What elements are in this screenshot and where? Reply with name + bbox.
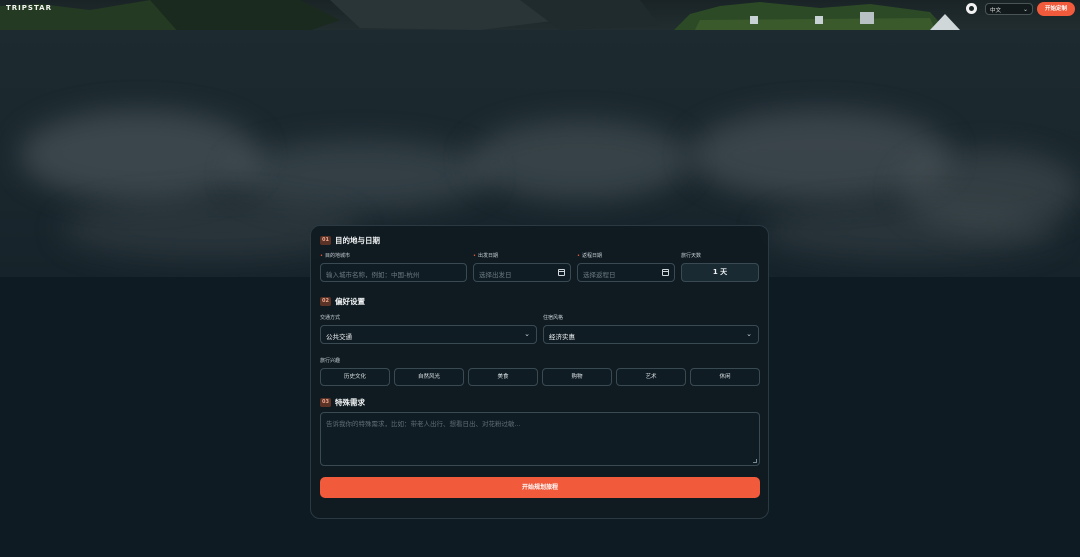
transport-label: 交通方式: [320, 315, 341, 321]
start-planning-button[interactable]: 开始规划旅程: [320, 477, 760, 498]
city-input[interactable]: 输入城市名称，例如：中国-杭州: [320, 263, 467, 282]
section-destination-title: 01 目的地与日期: [320, 234, 380, 246]
resize-handle-icon[interactable]: [753, 459, 757, 463]
background-fog: [470, 120, 690, 200]
section-title: 特殊需求: [335, 397, 365, 407]
section-number: 03: [320, 397, 331, 407]
required-marker: •: [320, 253, 323, 259]
return-date-label: • 返程日期: [577, 253, 602, 259]
return-date-input[interactable]: 选择返程日: [577, 263, 675, 282]
github-icon[interactable]: [966, 3, 977, 14]
transport-select[interactable]: 公共交通 ⌄: [320, 325, 537, 344]
required-marker: •: [473, 253, 476, 259]
lodging-select[interactable]: 经济实惠 ⌄: [543, 325, 759, 344]
city-label: • 目的地城市: [320, 253, 350, 259]
chevron-down-icon: ⌄: [524, 330, 530, 338]
calendar-icon[interactable]: [558, 269, 565, 276]
section-special-title: 03 特殊需求: [320, 396, 365, 408]
interest-chip-history[interactable]: 历史文化: [320, 368, 390, 386]
chevron-down-icon: ⌄: [746, 330, 752, 338]
brand-logo[interactable]: TRIPSTAR: [6, 4, 52, 12]
calendar-icon[interactable]: [662, 269, 669, 276]
interest-chip-nature[interactable]: 自然风光: [394, 368, 464, 386]
depart-date-label: • 出发日期: [473, 253, 498, 259]
section-preferences-title: 02 偏好设置: [320, 295, 365, 307]
interest-chip-shopping[interactable]: 购物: [542, 368, 612, 386]
interest-chip-food[interactable]: 美食: [468, 368, 538, 386]
section-title: 偏好设置: [335, 296, 365, 306]
depart-date-input[interactable]: 选择出发日: [473, 263, 571, 282]
language-value: 中文: [990, 8, 1002, 14]
interest-chip-art[interactable]: 艺术: [616, 368, 686, 386]
travel-days-value: 1 天: [681, 263, 759, 282]
lodging-label: 住宿风格: [543, 315, 564, 321]
special-requests-textarea[interactable]: 告诉我你的特殊需求，比如：带老人出行、想看日出、对花粉过敏...: [320, 412, 760, 466]
start-custom-button[interactable]: 开始定制: [1037, 2, 1075, 16]
interest-chip-leisure[interactable]: 休闲: [690, 368, 760, 386]
travel-days-label: 旅行天数: [681, 253, 702, 259]
background-fog: [230, 140, 490, 210]
interests-label: 旅行兴趣: [320, 358, 341, 364]
section-number: 02: [320, 296, 331, 306]
section-number: 01: [320, 235, 331, 245]
language-select[interactable]: 中文 ⌄: [985, 3, 1033, 15]
required-marker: •: [577, 253, 580, 259]
background-fog: [20, 110, 260, 200]
background-fog: [760, 205, 1060, 260]
chevron-down-icon: ⌄: [1022, 6, 1028, 13]
top-bar: TRIPSTAR 中文 ⌄ 开始定制: [0, 0, 1080, 18]
section-title: 目的地与日期: [335, 235, 380, 245]
